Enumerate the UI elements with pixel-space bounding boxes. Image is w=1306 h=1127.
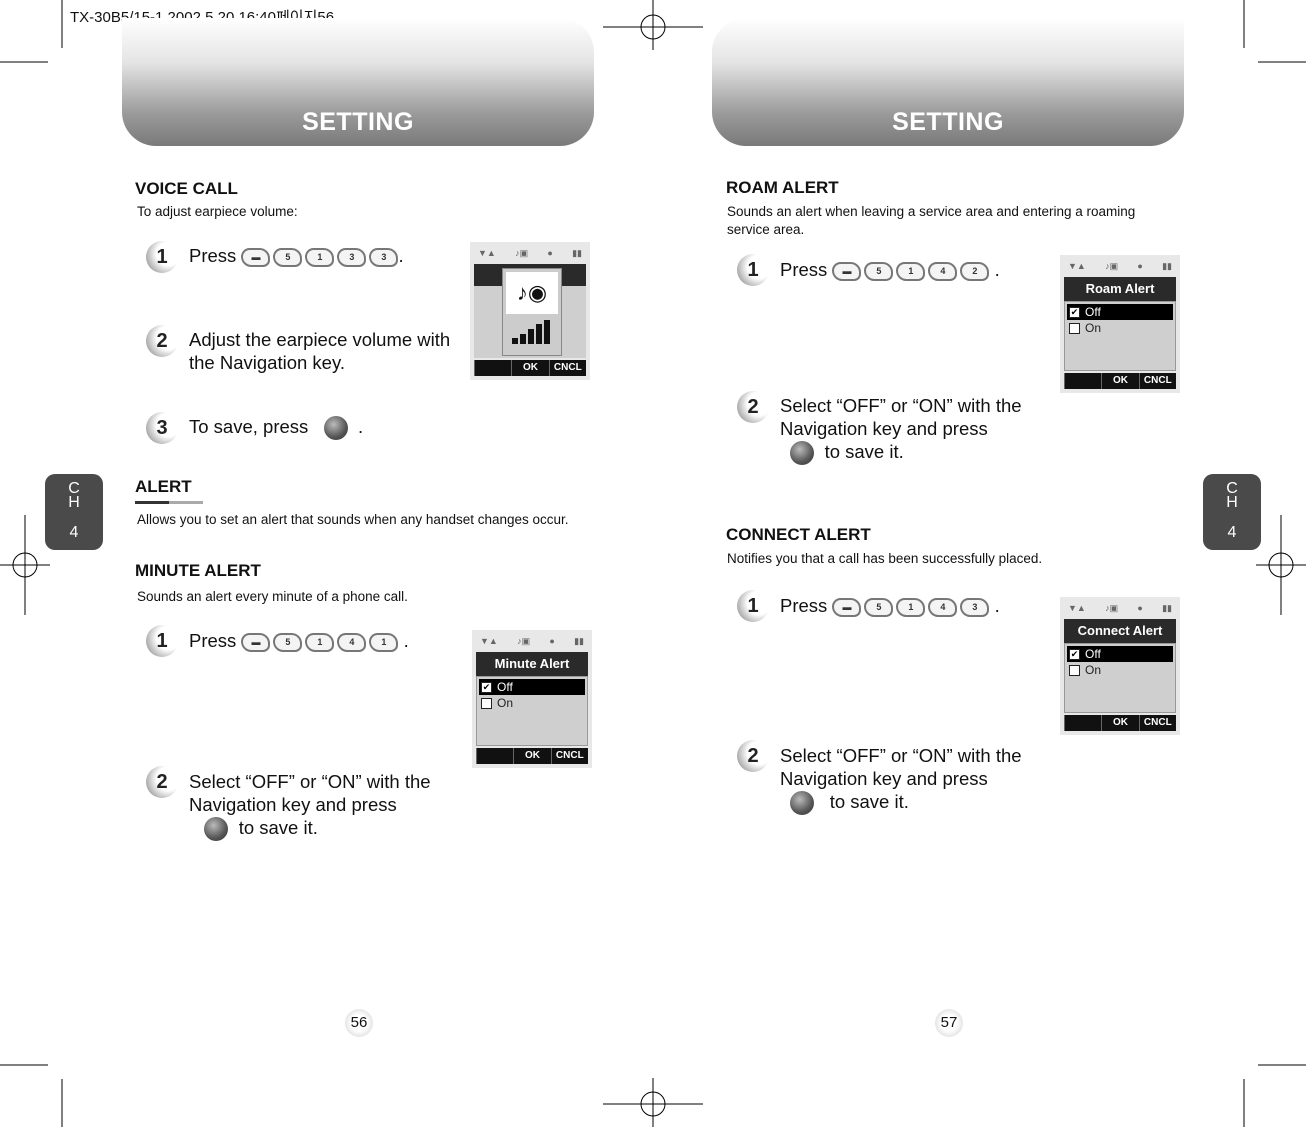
status-bar-icons: ▼▲ ♪▣ ● ▮▮ — [1068, 603, 1172, 613]
key-icon: 5 — [273, 247, 303, 267]
softkey-bar: OK CNCL — [476, 748, 588, 764]
volume-level-bars — [506, 314, 558, 344]
key-icon: 1 — [305, 247, 335, 267]
key-icon: ▬ — [241, 247, 271, 267]
chapter-tab-left: CH4 — [45, 474, 103, 550]
key-icon: 3 — [337, 247, 367, 267]
ok-key-icon — [323, 416, 348, 441]
connect-alert-desc: Notifies you that a call has been succes… — [727, 551, 1043, 566]
minute-alert-desc: Sounds an alert every minute of a phone … — [137, 589, 408, 604]
step-number: 1 — [146, 625, 178, 657]
roam-alert-step2: Select “OFF” or “ON” with the Navigation… — [780, 394, 1048, 466]
roam-alert-step1: Press ▬ 5 1 4 2 . — [780, 259, 1000, 281]
connect-alert-step1: Press ▬ 5 1 4 3 . — [780, 595, 1000, 617]
softkey-bar: OK CNCL — [474, 360, 586, 376]
voice-call-step3: To save, press . — [189, 415, 363, 441]
key-icon: 1 — [369, 632, 399, 652]
key-icon: 1 — [896, 261, 926, 281]
minute-alert-screen: ▼▲ ♪▣ ● ▮▮ Minute Alert ✔ Off On OK CNCL — [472, 630, 592, 768]
roam-alert-desc: Sounds an alert when leaving a service a… — [727, 204, 1136, 237]
connect-alert-screen: ▼▲ ♪▣ ● ▮▮ Connect Alert ✔ Off On OK CNCL — [1060, 597, 1180, 735]
key-icon: 4 — [928, 597, 958, 617]
key-icon: 5 — [864, 597, 894, 617]
chapter-tab-right: CH4 — [1203, 474, 1261, 550]
step-number: 2 — [146, 325, 178, 357]
key-icon: 1 — [896, 597, 926, 617]
ok-key-icon — [790, 441, 815, 466]
voice-call-title: VOICE CALL — [135, 179, 238, 198]
ok-key-icon — [204, 817, 229, 842]
connect-alert-title: CONNECT ALERT — [726, 525, 871, 544]
key-icon: 3 — [960, 597, 990, 617]
voice-call-step1: Press ▬ 5 1 3 3. — [189, 245, 404, 267]
cncl-softkey: CNCL — [548, 360, 586, 376]
step-number: 1 — [737, 254, 769, 286]
step-number: 2 — [737, 391, 769, 423]
roam-alert-title: ROAM ALERT — [726, 178, 839, 197]
key-icon: 1 — [305, 632, 335, 652]
option-off: ✔ Off — [1067, 304, 1173, 320]
key-icon: 5 — [864, 261, 894, 281]
option-off: ✔ Off — [1067, 646, 1173, 662]
page-header-right: SETTING — [712, 18, 1184, 146]
step-number: 1 — [146, 241, 178, 273]
ok-key-icon — [790, 791, 815, 816]
step-number: 2 — [737, 740, 769, 772]
key-icon: 5 — [273, 632, 303, 652]
option-on: On — [1067, 320, 1173, 336]
softkey-bar: OK CNCL — [1064, 715, 1176, 731]
step-number: 3 — [146, 412, 178, 444]
alert-title: ALERT — [135, 477, 192, 496]
minute-alert-step1: Press ▬ 5 1 4 1 . — [189, 630, 409, 652]
title-underline — [135, 501, 203, 504]
step-number: 1 — [737, 590, 769, 622]
status-bar-icons: ▼▲ ♪▣ ● ▮▮ — [1068, 261, 1172, 271]
minute-alert-step2: Select “OFF” or “ON” with the Navigation… — [189, 770, 459, 842]
key-icon: 4 — [928, 261, 958, 281]
key-icon: ▬ — [832, 597, 862, 617]
option-on: On — [1067, 662, 1173, 678]
roam-alert-screen: ▼▲ ♪▣ ● ▮▮ Roam Alert ✔ Off On OK CNCL — [1060, 255, 1180, 393]
voice-call-desc: To adjust earpiece volume: — [137, 204, 298, 219]
option-on: On — [479, 695, 585, 711]
key-icon: 3 — [369, 247, 399, 267]
page-header-left: SETTING — [122, 18, 594, 146]
voice-call-step2: Adjust the earpiece volume with the Navi… — [189, 329, 451, 373]
page-number-right: 57 — [935, 1009, 963, 1037]
minute-alert-title: MINUTE ALERT — [135, 561, 261, 580]
key-icon: ▬ — [241, 632, 271, 652]
status-bar-icons: ▼▲ ♪▣ ● ▮▮ — [478, 248, 582, 258]
speaker-icon: ♪◉ — [506, 272, 558, 314]
ok-softkey: OK — [511, 360, 548, 376]
key-icon: 4 — [337, 632, 367, 652]
alert-desc: Allows you to set an alert that sounds w… — [137, 512, 569, 527]
connect-alert-step2: Select “OFF” or “ON” with the Navigation… — [780, 744, 1048, 816]
volume-screen: ▼▲ ♪▣ ● ▮▮ ♪◉ OK CNCL — [470, 242, 590, 380]
softkey-bar: OK CNCL — [1064, 373, 1176, 389]
key-icon: ▬ — [832, 261, 862, 281]
status-bar-icons: ▼▲ ♪▣ ● ▮▮ — [480, 636, 584, 646]
key-icon: 2 — [960, 261, 990, 281]
option-off: ✔ Off — [479, 679, 585, 695]
step-number: 2 — [146, 766, 178, 798]
page-number-left: 56 — [345, 1009, 373, 1037]
